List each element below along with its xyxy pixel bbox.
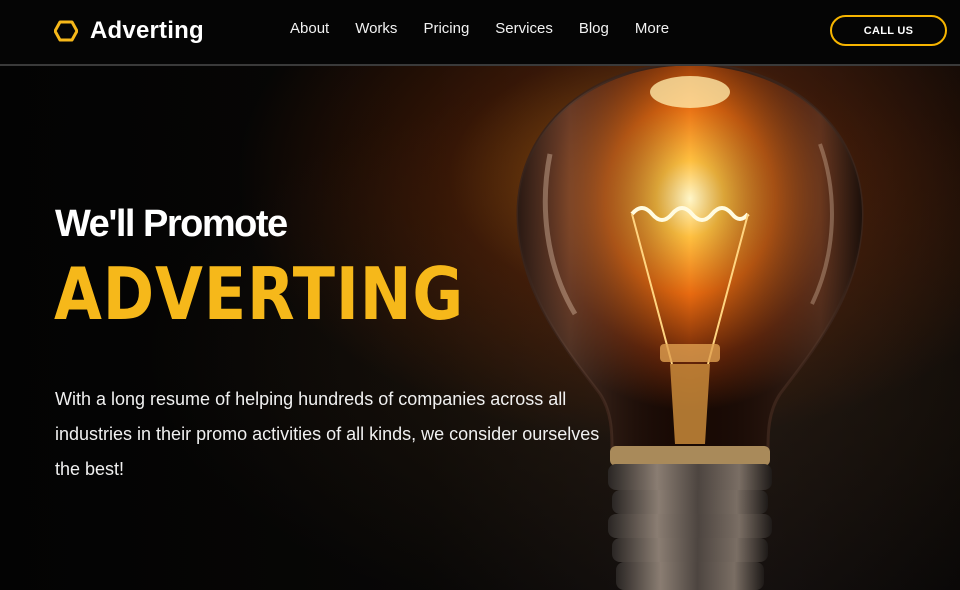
nav-item-works[interactable]: Works [355,20,397,37]
call-us-button[interactable]: CALL US [830,15,947,46]
landing-page: Adverting About Works Pricing Services B… [0,0,960,590]
main-nav: About Works Pricing Services Blog More [290,20,669,37]
hexagon-logo-icon [54,20,78,42]
nav-item-about[interactable]: About [290,20,329,37]
hero-title: ADVERTING [54,252,465,336]
nav-item-blog[interactable]: Blog [579,20,609,37]
brand-name: Adverting [90,17,204,44]
light-bulb-image [500,62,880,590]
nav-item-more[interactable]: More [635,20,669,37]
top-navbar: Adverting About Works Pricing Services B… [0,0,960,66]
hero-subtitle: We'll Promote [55,203,288,245]
nav-item-pricing[interactable]: Pricing [423,20,469,37]
nav-item-services[interactable]: Services [495,20,553,37]
hero-description: With a long resume of helping hundreds o… [55,389,600,479]
brand-logo[interactable]: Adverting [54,17,204,45]
